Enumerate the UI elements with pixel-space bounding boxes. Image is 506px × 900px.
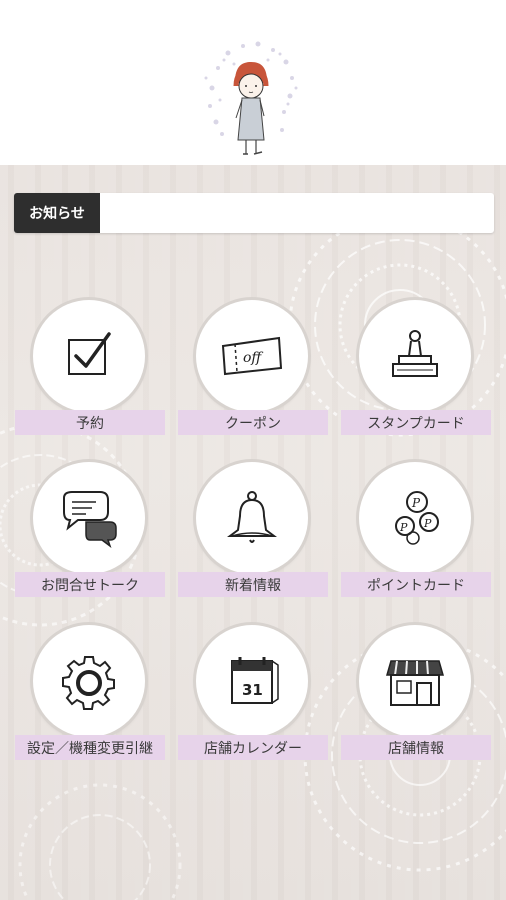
girl-mascot-icon bbox=[204, 41, 298, 155]
menu-label: クーポン bbox=[178, 410, 328, 435]
menu-point-card[interactable]: P P P ポイントカード bbox=[341, 462, 491, 602]
menu-coupon[interactable]: off クーポン bbox=[178, 300, 328, 440]
app-header bbox=[0, 0, 506, 165]
menu-circle bbox=[33, 625, 145, 737]
menu-circle bbox=[359, 300, 471, 412]
menu-label: スタンプカード bbox=[341, 410, 491, 435]
menu-circle: 31 bbox=[196, 625, 308, 737]
svg-text:P: P bbox=[411, 496, 421, 510]
notice-bar[interactable]: お知らせ bbox=[14, 193, 494, 233]
point-coins-icon: P P P bbox=[395, 491, 439, 545]
bell-icon bbox=[227, 491, 277, 543]
menu-label: 設定／機種変更引継 bbox=[15, 735, 165, 760]
menu-label: ポイントカード bbox=[341, 572, 491, 597]
menu-label: 店舗情報 bbox=[341, 735, 491, 760]
notice-label: お知らせ bbox=[14, 193, 100, 233]
menu-label: 新着情報 bbox=[178, 572, 328, 597]
lace-decoration bbox=[18, 783, 182, 900]
menu-circle bbox=[33, 462, 145, 574]
menu-circle bbox=[33, 300, 145, 412]
menu-settings-transfer[interactable]: 設定／機種変更引継 bbox=[15, 625, 165, 765]
menu-label: お問合せトーク bbox=[15, 572, 165, 597]
chat-bubbles-icon bbox=[63, 491, 117, 548]
menu-label: 店舗カレンダー bbox=[178, 735, 328, 760]
menu-reservation[interactable]: 予約 bbox=[15, 300, 165, 440]
gear-icon bbox=[62, 656, 115, 710]
menu-circle: P P P bbox=[359, 462, 471, 574]
svg-text:P: P bbox=[423, 517, 432, 530]
menu-shop-calendar[interactable]: 31 店舗カレンダー bbox=[178, 625, 328, 765]
menu-news[interactable]: 新着情報 bbox=[178, 462, 328, 602]
coupon-ticket-icon: off bbox=[221, 336, 283, 376]
menu-inquiry-talk[interactable]: お問合せトーク bbox=[15, 462, 165, 602]
menu-shop-info[interactable]: 店舗情報 bbox=[341, 625, 491, 765]
shop-icon bbox=[386, 660, 444, 706]
menu-circle bbox=[196, 462, 308, 574]
menu-label: 予約 bbox=[15, 410, 165, 435]
svg-text:31: 31 bbox=[242, 681, 263, 699]
stamp-icon bbox=[392, 330, 438, 377]
menu-circle bbox=[359, 625, 471, 737]
calendar-icon: 31 bbox=[231, 657, 279, 704]
notice-content[interactable] bbox=[110, 193, 486, 233]
menu-circle: off bbox=[196, 300, 308, 412]
svg-text:P: P bbox=[399, 521, 408, 534]
menu-stamp-card[interactable]: スタンプカード bbox=[341, 300, 491, 440]
svg-text:off: off bbox=[243, 350, 263, 366]
checkbox-icon bbox=[68, 332, 111, 375]
